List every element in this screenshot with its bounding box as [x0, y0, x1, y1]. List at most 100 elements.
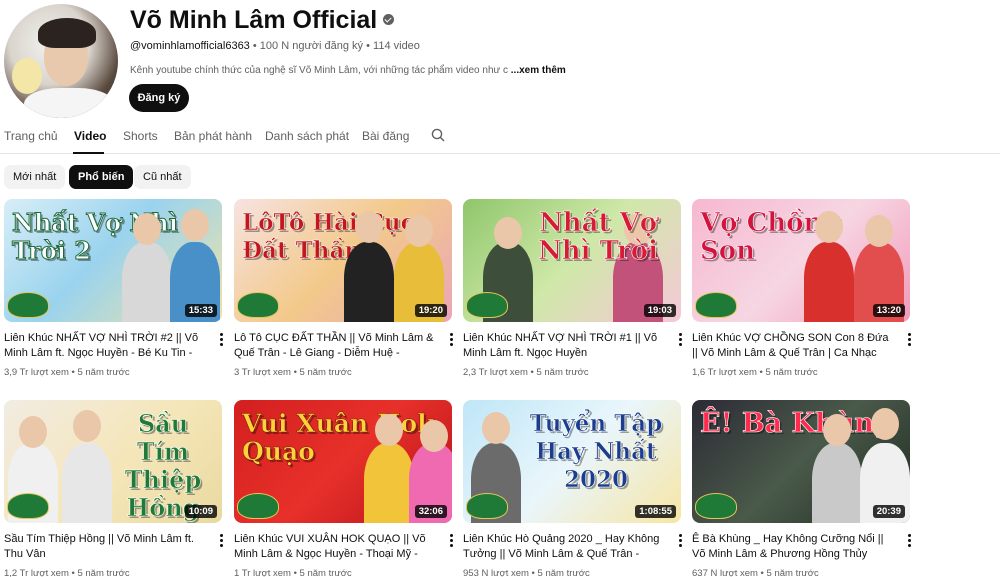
video-meta: 3,9 Tr lượt xem • 5 năm trước: [4, 367, 130, 378]
search-icon[interactable]: [431, 128, 445, 142]
video-card[interactable]: Sầu Tím Thiệp Hồng 10:09 Sầu Tím Thiệp H…: [4, 400, 223, 577]
view-count: 1 Tr lượt xem: [234, 568, 291, 577]
brand-logo: [7, 493, 49, 519]
video-count: 114 video: [373, 40, 420, 52]
video-title[interactable]: Liên Khúc VỢ CHỒNG SON Con 8 Đứa || Võ M…: [692, 331, 892, 361]
upload-age: 5 năm trước: [537, 568, 590, 577]
brand-logo: [466, 292, 508, 318]
video-meta: 3 Tr lượt xem • 5 năm trước: [234, 367, 352, 378]
more-options-icon[interactable]: [446, 332, 456, 348]
active-tab-indicator: [73, 152, 104, 154]
video-meta: 637 N lượt xem • 5 năm trước: [692, 568, 819, 577]
video-meta: 1 Tr lượt xem • 5 năm trước: [234, 568, 352, 577]
video-duration: 19:03: [643, 304, 676, 317]
video-meta: 2,3 Tr lượt xem • 5 năm trước: [463, 367, 589, 378]
video-duration: 1:08:55: [635, 505, 676, 518]
video-card[interactable]: Nhất Vợ Nhì Trời 19:03 Liên Khúc NHẤT VỢ…: [463, 199, 682, 378]
more-options-icon[interactable]: [216, 332, 226, 348]
tab-videos[interactable]: Video: [74, 129, 106, 143]
video-title[interactable]: Liên Khúc VUI XUÂN HOK QUẠO || Võ Minh L…: [234, 532, 434, 562]
video-thumbnail[interactable]: Nhất Vợ Nhì Trời 19:03: [463, 199, 681, 322]
video-thumbnail[interactable]: Sầu Tím Thiệp Hồng 10:09: [4, 400, 222, 523]
description-text: Kênh youtube chính thức của nghệ sĩ Võ M…: [130, 65, 508, 76]
video-card[interactable]: Nhất Vợ Nhì Trời 2 15:33 Liên Khúc NHẤT …: [4, 199, 223, 378]
more-options-icon[interactable]: [675, 533, 685, 549]
view-count: 3 Tr lượt xem: [234, 367, 291, 378]
more-options-icon[interactable]: [904, 533, 914, 549]
video-title[interactable]: Liên Khúc NHẤT VỢ NHÌ TRỜI #1 || Võ Minh…: [463, 331, 663, 361]
tab-shorts[interactable]: Shorts: [123, 129, 158, 143]
separator: •: [366, 40, 370, 52]
tab-posts[interactable]: Bài đăng: [362, 129, 409, 143]
video-card[interactable]: Ê! Bà Khùng 20:39 Ê Bà Khùng _ Hay Không…: [692, 400, 911, 577]
brand-logo: [237, 292, 279, 318]
view-count: 1,6 Tr lượt xem: [692, 367, 757, 378]
upload-age: 5 năm trước: [536, 367, 589, 378]
video-duration: 15:33: [184, 304, 217, 317]
upload-age: 5 năm trước: [765, 367, 818, 378]
more-options-icon[interactable]: [675, 332, 685, 348]
upload-age: 5 năm trước: [299, 367, 352, 378]
view-count: 3,9 Tr lượt xem: [4, 367, 69, 378]
verified-icon: [383, 13, 395, 25]
video-title[interactable]: Sầu Tím Thiệp Hồng || Võ Minh Lâm ft. Th…: [4, 532, 204, 562]
video-thumbnail[interactable]: Vui Xuân Hok Quạo 32:06: [234, 400, 452, 523]
filter-popular[interactable]: Phổ biến: [69, 165, 134, 189]
video-meta: 1,2 Tr lượt xem • 5 năm trước: [4, 568, 130, 577]
video-title[interactable]: Ê Bà Khùng _ Hay Không Cưỡng Nổi || Võ M…: [692, 532, 892, 562]
brand-logo: [237, 493, 279, 519]
video-card[interactable]: LôTô Hài Cục Đất Thần 19:20 Lô Tô CỤC ĐẤ…: [234, 199, 453, 378]
video-meta: 953 N lượt xem • 5 năm trước: [463, 568, 590, 577]
video-thumbnail[interactable]: LôTô Hài Cục Đất Thần 19:20: [234, 199, 452, 322]
video-thumbnail[interactable]: Vợ Chồng Son 13:20: [692, 199, 910, 322]
channel-tabs: Trang chủ Video Shorts Bản phát hành Dan…: [0, 126, 1000, 154]
video-title[interactable]: Lô Tô CỤC ĐẤT THẦN || Võ Minh Lâm & Quế …: [234, 331, 434, 361]
video-card[interactable]: Vui Xuân Hok Quạo 32:06 Liên Khúc VUI XU…: [234, 400, 453, 577]
video-duration: 13:20: [872, 304, 905, 317]
tab-releases[interactable]: Bản phát hành: [174, 129, 252, 143]
filter-newest[interactable]: Mới nhất: [4, 165, 66, 189]
thumbnail-text: Nhất Vợ Nhì Trời: [538, 208, 659, 266]
view-count: 637 N lượt xem: [692, 568, 758, 577]
video-duration: 32:06: [414, 505, 447, 518]
more-link[interactable]: ...xem thêm: [511, 65, 566, 76]
separator: •: [252, 40, 257, 52]
brand-logo: [695, 292, 737, 318]
tab-playlists[interactable]: Danh sách phát: [265, 129, 349, 143]
channel-avatar[interactable]: [4, 4, 118, 118]
upload-age: 5 năm trước: [77, 367, 130, 378]
tab-home[interactable]: Trang chủ: [4, 129, 58, 143]
brand-logo: [7, 292, 49, 318]
more-options-icon[interactable]: [216, 533, 226, 549]
video-thumbnail[interactable]: Nhất Vợ Nhì Trời 2 15:33: [4, 199, 222, 322]
video-card[interactable]: Tuyển Tập Hay Nhất 2020 1:08:55 Liên Khú…: [463, 400, 682, 577]
view-count: 953 N lượt xem: [463, 568, 529, 577]
video-duration: 19:20: [414, 304, 447, 317]
video-thumbnail[interactable]: Ê! Bà Khùng 20:39: [692, 400, 910, 523]
video-card[interactable]: Vợ Chồng Son 13:20 Liên Khúc VỢ CHỒNG SO…: [692, 199, 911, 378]
subscriber-count: 100 N người đăng ký: [259, 40, 364, 52]
upload-age: 5 năm trước: [766, 568, 819, 577]
video-thumbnail[interactable]: Tuyển Tập Hay Nhất 2020 1:08:55: [463, 400, 681, 523]
subscribe-button[interactable]: Đăng ký: [129, 84, 189, 112]
more-options-icon[interactable]: [446, 533, 456, 549]
thumbnail-text: Tuyển Tập Hay Nhất 2020: [529, 410, 663, 494]
channel-name: Võ Minh Lâm Official: [130, 6, 395, 35]
video-title[interactable]: Liên Khúc NHẤT VỢ NHÌ TRỜI #2 || Võ Minh…: [4, 331, 204, 361]
channel-handle: @vominhlamofficial6363: [130, 40, 250, 52]
more-options-icon[interactable]: [904, 332, 914, 348]
video-meta: 1,6 Tr lượt xem • 5 năm trước: [692, 367, 818, 378]
view-count: 1,2 Tr lượt xem: [4, 568, 69, 577]
video-title[interactable]: Liên Khúc Hò Quảng 2020 _ Hay Không Tưởn…: [463, 532, 663, 562]
video-duration: 20:39: [872, 505, 905, 518]
video-duration: 10:09: [184, 505, 217, 518]
channel-name-text: Võ Minh Lâm Official: [130, 6, 378, 34]
brand-logo: [466, 493, 508, 519]
view-count: 2,3 Tr lượt xem: [463, 367, 528, 378]
channel-description[interactable]: Kênh youtube chính thức của nghệ sĩ Võ M…: [130, 65, 566, 76]
filter-oldest[interactable]: Cũ nhất: [134, 165, 191, 189]
brand-logo: [695, 493, 737, 519]
upload-age: 5 năm trước: [77, 568, 130, 577]
upload-age: 5 năm trước: [299, 568, 352, 577]
channel-meta: @vominhlamofficial6363 • 100 N người đăn…: [130, 40, 420, 52]
